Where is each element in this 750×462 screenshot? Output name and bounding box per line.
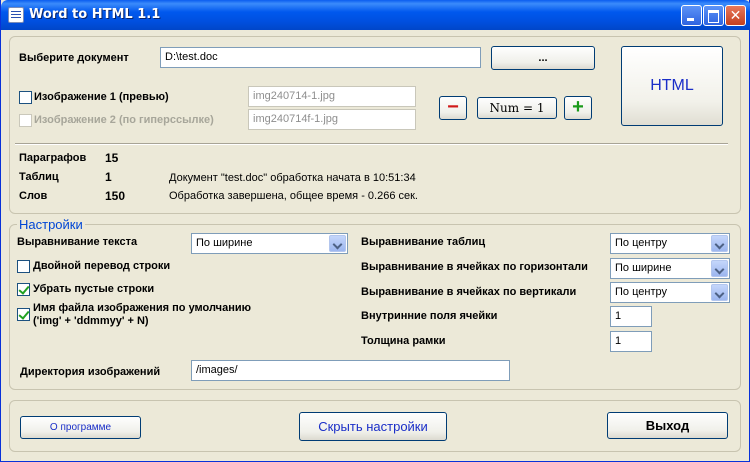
- cell-valign-label: Выравнивание в ячейках по вертикали: [361, 286, 577, 298]
- settings-legend: Настройки: [17, 217, 85, 232]
- border-width-input[interactable]: 1: [610, 331, 652, 352]
- minimize-button[interactable]: [681, 5, 702, 26]
- paragraphs-label: Параграфов: [19, 152, 87, 164]
- browse-button[interactable]: ...: [491, 46, 595, 70]
- chevron-down-icon[interactable]: [711, 260, 728, 277]
- num-counter-label: Num = 1: [489, 101, 545, 115]
- table-align-select[interactable]: По центру: [610, 233, 730, 254]
- default-img-name-label-line2: ('img' + 'ddmmyy' + N): [33, 315, 149, 327]
- words-label: Слов: [19, 190, 48, 202]
- decrement-button[interactable]: −: [439, 96, 467, 120]
- img-dir-input[interactable]: /images/: [191, 360, 510, 381]
- cell-halign-select[interactable]: По ширине: [610, 258, 730, 279]
- text-align-select[interactable]: По ширине: [191, 233, 348, 254]
- image2-checkbox[interactable]: [19, 114, 32, 127]
- cell-padding-input[interactable]: 1: [610, 306, 652, 327]
- remove-empty-checkbox[interactable]: [17, 283, 30, 296]
- double-break-label: Двойной перевод строки: [33, 260, 171, 272]
- close-icon: ✕: [729, 7, 742, 23]
- document-label: Выберите документ: [19, 52, 129, 64]
- exit-button[interactable]: Выход: [607, 412, 728, 439]
- log-line-start: Документ "test.doc" обработка начата в 1…: [169, 172, 416, 184]
- hide-settings-button[interactable]: Скрыть настройки: [299, 412, 447, 441]
- convert-html-button[interactable]: HTML: [621, 46, 723, 126]
- paragraphs-count: 15: [105, 151, 119, 165]
- cell-halign-value: По ширине: [615, 262, 672, 274]
- plus-icon: +: [572, 96, 584, 118]
- browse-button-label: ...: [538, 52, 548, 64]
- words-count: 150: [105, 189, 126, 203]
- table-align-label: Выравнивание таблиц: [361, 236, 486, 248]
- default-img-name-checkbox[interactable]: [17, 308, 30, 321]
- border-width-label: Толщина рамки: [361, 335, 446, 347]
- tables-count: 1: [105, 170, 112, 184]
- num-counter: Num = 1: [477, 97, 557, 119]
- img-dir-label: Директория изображений: [20, 366, 161, 378]
- cell-halign-label: Выравнивание в ячейках по горизонтали: [361, 261, 588, 273]
- maximize-icon: [704, 6, 723, 25]
- maximize-button[interactable]: [703, 5, 724, 26]
- about-button-label: О программе: [49, 422, 112, 433]
- cell-valign-value: По центру: [615, 286, 667, 298]
- tables-label: Таблиц: [19, 171, 59, 183]
- table-align-value: По центру: [615, 237, 667, 249]
- text-align-label: Выравнивание текста: [17, 236, 138, 248]
- minus-icon: −: [447, 96, 459, 118]
- app-icon: [8, 7, 24, 23]
- default-img-name-label-line1: Имя файла изображения по умолчанию: [33, 302, 251, 314]
- chevron-down-icon[interactable]: [711, 284, 728, 301]
- hide-settings-button-label: Скрыть настройки: [318, 419, 428, 434]
- top-divider: [15, 143, 728, 145]
- app-window: Word to HTML 1.1 ✕ Выберите документ D:\…: [0, 0, 750, 462]
- about-button[interactable]: О программе: [20, 416, 141, 439]
- chevron-down-icon[interactable]: [329, 235, 346, 252]
- image2-label: Изображение 2 (по гиперссылке): [34, 114, 214, 126]
- log-line-finish: Обработка завершена, общее время - 0.266…: [169, 190, 418, 202]
- close-button[interactable]: ✕: [725, 5, 746, 26]
- increment-button[interactable]: +: [564, 96, 592, 120]
- image1-filename-input[interactable]: img240714-1.jpg: [248, 86, 416, 107]
- cell-padding-label: Внутринние поля ячейки: [361, 310, 498, 322]
- remove-empty-label: Убрать пустые строки: [33, 283, 155, 295]
- image1-label: Изображение 1 (превью): [34, 91, 169, 103]
- window-title: Word to HTML 1.1: [29, 7, 161, 22]
- image1-checkbox[interactable]: [19, 91, 32, 104]
- cell-valign-select[interactable]: По центру: [610, 282, 730, 303]
- text-align-value: По ширине: [196, 237, 253, 249]
- double-break-checkbox[interactable]: [17, 260, 30, 273]
- document-path-input[interactable]: D:\test.doc: [160, 47, 481, 68]
- minimize-icon: [682, 6, 701, 25]
- exit-button-label: Выход: [645, 418, 690, 433]
- convert-html-label: HTML: [650, 77, 694, 94]
- chevron-down-icon[interactable]: [711, 235, 728, 252]
- image2-filename-input[interactable]: img240714f-1.jpg: [248, 109, 416, 130]
- title-bar[interactable]: Word to HTML 1.1 ✕: [1, 0, 750, 30]
